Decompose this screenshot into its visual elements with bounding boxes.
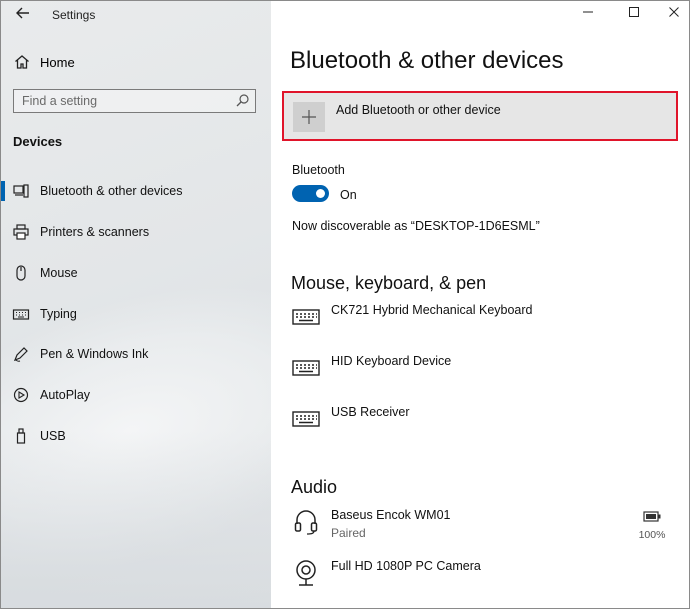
mouse-keyboard-pen-heading: Mouse, keyboard, & pen: [291, 273, 487, 293]
main-content: Bluetooth & other devices Add Bluetooth …: [271, 1, 689, 608]
search-icon[interactable]: [235, 93, 250, 108]
device-item[interactable]: Full HD 1080P PC Camera: [291, 558, 481, 588]
device-name: HID Keyboard Device: [331, 354, 452, 368]
keyboard-icon: [291, 302, 321, 332]
device-item[interactable]: HID Keyboard Device: [291, 353, 451, 383]
toggle-knob: [316, 189, 325, 198]
device-name: Baseus Encok WM01: [331, 508, 451, 522]
sidebar-item-printers[interactable]: Printers & scanners: [1, 214, 271, 250]
autoplay-icon: [12, 386, 30, 404]
headset-icon: [291, 507, 321, 537]
usb-icon: [12, 427, 30, 445]
minimize-icon: [582, 5, 594, 23]
sidebar-item-label: Pen & Windows Ink: [40, 347, 149, 361]
maximize-button[interactable]: [614, 3, 654, 25]
sidebar-item-typing[interactable]: Typing: [1, 296, 271, 332]
keyboard-icon: [291, 404, 321, 434]
home-label: Home: [40, 54, 75, 70]
bluetooth-state: On: [340, 188, 357, 202]
device-name: CK721 Hybrid Mechanical Keyboard: [331, 303, 533, 317]
device-item[interactable]: Baseus Encok WM01 Paired: [291, 507, 451, 541]
page-title: Bluetooth & other devices: [290, 47, 564, 74]
app-title: Settings: [52, 8, 96, 22]
keyboard-icon: [291, 353, 321, 383]
sidebar-item-bluetooth[interactable]: Bluetooth & other devices: [1, 173, 271, 209]
maximize-icon: [628, 5, 640, 23]
sidebar-item-mouse[interactable]: Mouse: [1, 255, 271, 291]
sidebar-item-label: Typing: [40, 307, 77, 321]
sidebar-item-label: Printers & scanners: [40, 225, 150, 239]
battery-icon: [643, 509, 661, 526]
keyboard-icon: [12, 305, 30, 323]
home-link[interactable]: Home: [13, 53, 75, 71]
discoverable-text: Now discoverable as “DESKTOP-1D6ESML”: [292, 219, 540, 233]
home-icon: [13, 53, 31, 71]
search-input[interactable]: [22, 93, 222, 109]
section-title: Devices: [13, 134, 63, 149]
sidebar-item-usb[interactable]: USB: [1, 418, 271, 454]
battery-indicator: 100%: [637, 509, 667, 541]
audio-heading: Audio: [291, 477, 338, 497]
sidebar-item-label: Mouse: [40, 266, 78, 280]
add-device-label: Add Bluetooth or other device: [336, 103, 501, 117]
sidebar-item-pen[interactable]: Pen & Windows Ink: [1, 336, 271, 372]
device-item[interactable]: CK721 Hybrid Mechanical Keyboard: [291, 302, 533, 332]
minimize-button[interactable]: [568, 3, 608, 25]
battery-percent: 100%: [638, 529, 666, 541]
close-button[interactable]: [654, 3, 689, 25]
bluetooth-label: Bluetooth: [292, 163, 345, 177]
bluetooth-toggle[interactable]: [292, 185, 329, 202]
device-name: USB Receiver: [331, 405, 410, 419]
close-icon: [668, 5, 680, 23]
device-name: Full HD 1080P PC Camera: [331, 559, 481, 573]
sidebar-item-label: AutoPlay: [40, 388, 91, 402]
sidebar-item-label: USB: [40, 429, 66, 443]
bluetooth-devices-icon: [12, 182, 30, 200]
device-status: Paired: [331, 526, 366, 540]
back-arrow-icon[interactable]: [13, 5, 33, 25]
add-device-button[interactable]: Add Bluetooth or other device: [282, 91, 678, 141]
settings-window: Settings Home Devices Bluetooth & other …: [0, 0, 690, 609]
sidebar-item-autoplay[interactable]: AutoPlay: [1, 377, 271, 413]
mouse-icon: [12, 264, 30, 282]
sidebar: Settings Home Devices Bluetooth & other …: [1, 1, 271, 608]
sidebar-item-label: Bluetooth & other devices: [40, 184, 183, 198]
pen-icon: [12, 345, 30, 363]
search-box[interactable]: [13, 89, 256, 113]
device-item[interactable]: USB Receiver: [291, 404, 410, 434]
webcam-icon: [291, 558, 321, 588]
printer-icon: [12, 223, 30, 241]
plus-icon: [293, 102, 325, 132]
